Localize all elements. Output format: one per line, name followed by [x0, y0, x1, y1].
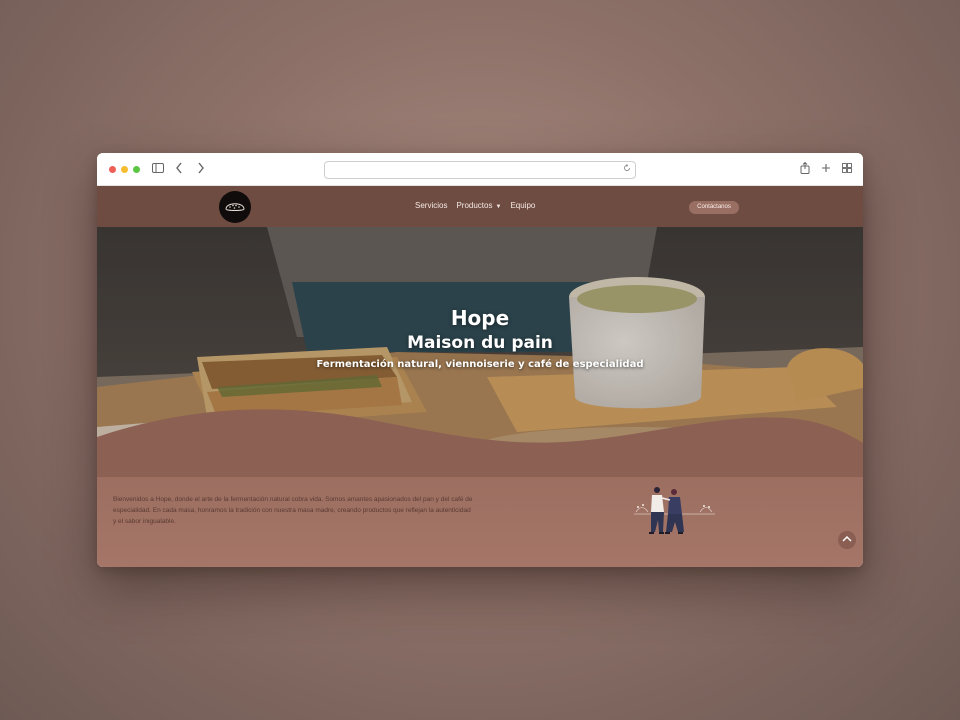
dancing-couple-illustration	[634, 487, 715, 534]
hero-tagline: Fermentación natural, viennoiserie y caf…	[316, 359, 644, 370]
caret-down-icon: ▼	[495, 204, 502, 210]
bakery-logo[interactable]	[219, 191, 251, 223]
minimize-window-button[interactable]	[121, 166, 128, 173]
nav-link-servicios[interactable]: Servicios	[415, 200, 447, 213]
nav-link-productos[interactable]: Productos ▼	[456, 200, 501, 213]
hero-text: Hope Maison du pain Fermentación natural…	[97, 305, 863, 373]
hero-wave-divider	[97, 409, 863, 477]
hero-subtitle: Maison du pain	[407, 333, 553, 353]
address-bar[interactable]	[324, 161, 636, 179]
site-navbar: Servicios Productos ▼ Equipo Contáctanos	[97, 186, 863, 227]
new-tab-icon[interactable]	[819, 162, 833, 176]
nav-link-equipo[interactable]: Equipo	[510, 200, 535, 213]
scroll-to-top-button[interactable]	[838, 531, 856, 549]
web-page: Servicios Productos▼ Equipo Contáctanos	[97, 186, 863, 567]
maximize-window-button[interactable]	[133, 166, 140, 173]
nav-link-productos-label: Productos	[456, 201, 493, 210]
chevron-up-icon	[842, 535, 852, 542]
contact-button[interactable]: Contáctanos	[689, 201, 739, 214]
close-window-button[interactable]	[109, 166, 116, 173]
reload-icon[interactable]	[623, 162, 631, 178]
share-icon[interactable]	[798, 161, 812, 176]
browser-toolbar	[97, 153, 863, 186]
sidebar-icon[interactable]	[151, 162, 165, 176]
back-icon[interactable]	[172, 162, 186, 176]
browser-window: Servicios Productos▼ Equipo Contáctanos	[97, 153, 863, 567]
nav-links: Servicios Productos ▼ Equipo	[415, 200, 535, 213]
forward-icon[interactable]	[194, 162, 208, 176]
tab-overview-icon[interactable]	[840, 162, 854, 176]
hero-title: Hope	[450, 306, 510, 330]
bread-logo-icon	[225, 203, 245, 211]
about-paragraph: Bienvenidos a Hope, donde el arte de la …	[113, 496, 473, 525]
